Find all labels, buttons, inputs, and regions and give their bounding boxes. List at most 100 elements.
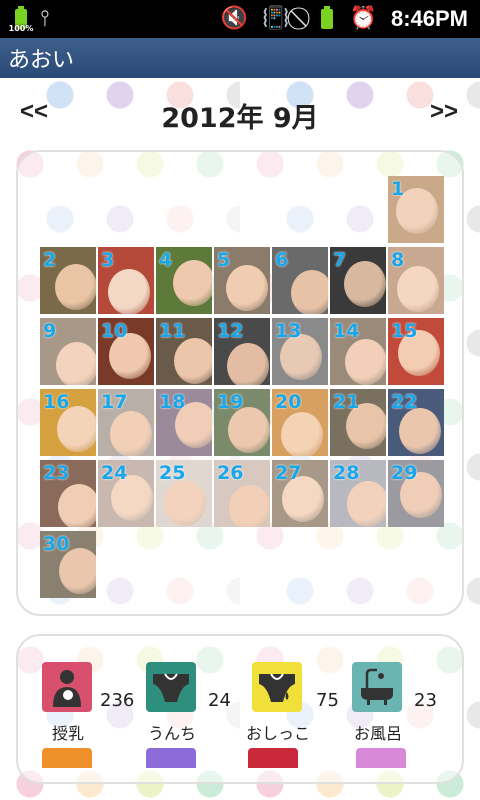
stat-icon-6[interactable] — [146, 748, 196, 768]
day-number: 2 — [43, 249, 57, 271]
stat-icon-5[interactable] — [42, 748, 92, 768]
day-number: 1 — [391, 178, 405, 200]
day-number: 11 — [159, 320, 186, 342]
baby-photo — [173, 260, 212, 306]
poop-label: うんち — [147, 724, 196, 743]
day-number: 5 — [217, 249, 231, 271]
nursing-icon[interactable] — [42, 662, 92, 712]
bath-label: お風呂 — [353, 724, 402, 743]
day-number: 10 — [101, 320, 128, 342]
calendar-day-21[interactable]: 21 — [330, 389, 386, 456]
day-number: 30 — [43, 533, 70, 555]
day-number: 24 — [101, 462, 128, 484]
calendar-day-28[interactable]: 28 — [330, 460, 386, 527]
month-navigation: << 2012年 9月 >> — [0, 92, 480, 138]
calendar-day-12[interactable]: 12 — [214, 318, 270, 385]
battery-icon: 100% — [9, 6, 33, 33]
day-number: 29 — [391, 462, 418, 484]
calendar-day-22[interactable]: 22 — [388, 389, 444, 456]
nursing-label: 授乳 — [51, 724, 84, 743]
diaper-pee-icon[interactable] — [252, 662, 302, 712]
month-title: 2012年 9月 — [161, 103, 319, 134]
poop-count: 24 — [208, 690, 231, 711]
calendar-day-11[interactable]: 11 — [156, 318, 212, 385]
baby-photo — [228, 407, 270, 453]
baby-photo — [55, 264, 96, 310]
calendar-day-5[interactable]: 5 — [214, 247, 270, 314]
baby-photo — [229, 485, 270, 527]
day-number: 4 — [159, 249, 173, 271]
baby-photo — [56, 342, 96, 385]
nursing-count: 236 — [100, 690, 135, 711]
baby-photo — [344, 261, 386, 307]
calendar-day-3[interactable]: 3 — [98, 247, 154, 314]
vibrate-icon: 📳 — [262, 6, 290, 31]
day-number: 23 — [43, 462, 70, 484]
calendar-day-16[interactable]: 16 — [40, 389, 96, 456]
baby-photo — [58, 484, 96, 527]
calendar-day-27[interactable]: 27 — [272, 460, 328, 527]
calendar-day-6[interactable]: 6 — [272, 247, 328, 314]
day-number: 13 — [275, 320, 302, 342]
baby-photo — [108, 269, 150, 314]
calendar-day-23[interactable]: 23 — [40, 460, 96, 527]
calendar-day-14[interactable]: 14 — [330, 318, 386, 385]
calendar-day-18[interactable]: 18 — [156, 389, 212, 456]
baby-photo — [397, 266, 439, 312]
calendar-day-2[interactable]: 2 — [40, 247, 96, 314]
calendar-day-29[interactable]: 29 — [388, 460, 444, 527]
mute-icon: 🔇 — [220, 6, 249, 31]
app-title-bar: あおい — [0, 38, 480, 78]
clock: 8:46PM — [390, 6, 468, 31]
calendar-day-24[interactable]: 24 — [98, 460, 154, 527]
baby-photo — [347, 481, 386, 527]
calendar-day-1[interactable]: 1 — [388, 176, 444, 243]
baby-photo — [291, 270, 328, 314]
day-number: 6 — [275, 249, 289, 271]
day-number: 20 — [275, 391, 302, 413]
stat-icon-8[interactable] — [356, 748, 406, 768]
battery-icon — [318, 6, 336, 32]
app-title: あおい — [8, 48, 75, 73]
pee-label: おしっこ — [245, 724, 310, 743]
day-number: 17 — [101, 391, 128, 413]
baby-photo — [164, 480, 206, 526]
baby-photo — [227, 343, 269, 385]
day-number: 16 — [43, 391, 70, 413]
day-number: 7 — [333, 249, 347, 271]
day-number: 9 — [43, 320, 57, 342]
day-number: 3 — [101, 249, 115, 271]
day-number: 15 — [391, 320, 418, 342]
calendar-day-30[interactable]: 30 — [40, 531, 96, 598]
stats-panel: 236 授乳 24 うんち 75 おしっこ 23 お風呂 — [16, 634, 464, 784]
day-number: 25 — [159, 462, 186, 484]
bath-icon[interactable] — [352, 662, 402, 712]
calendar-day-7[interactable]: 7 — [330, 247, 386, 314]
calendar-day-17[interactable]: 17 — [98, 389, 154, 456]
day-number: 18 — [159, 391, 186, 413]
calendar-day-10[interactable]: 10 — [98, 318, 154, 385]
calendar-day-9[interactable]: 9 — [40, 318, 96, 385]
stat-icon-7[interactable] — [248, 748, 298, 768]
bath-count: 23 — [414, 690, 437, 711]
baby-photo — [345, 339, 386, 385]
day-number: 12 — [217, 320, 244, 342]
day-number: 21 — [333, 391, 360, 413]
day-number: 14 — [333, 320, 360, 342]
alarm-icon: ⏰ — [349, 6, 377, 31]
calendar-day-15[interactable]: 15 — [388, 318, 444, 385]
calendar-day-26[interactable]: 26 — [214, 460, 270, 527]
day-number: 19 — [217, 391, 244, 413]
next-month-button[interactable]: >> — [430, 98, 458, 126]
baby-photo — [399, 408, 441, 454]
calendar-day-19[interactable]: 19 — [214, 389, 270, 456]
calendar-grid: 1 2 3 4 5 6 7 8 9 10 11 12 13 14 15 16 17 18 19 20 21 22 23 24 2… — [16, 150, 464, 616]
pee-count: 75 — [316, 690, 339, 711]
calendar-day-13[interactable]: 13 — [272, 318, 328, 385]
calendar-day-20[interactable]: 20 — [272, 389, 328, 456]
calendar-day-8[interactable]: 8 — [388, 247, 444, 314]
calendar-day-4[interactable]: 4 — [156, 247, 212, 314]
usb-icon: ⫯ — [40, 6, 50, 31]
calendar-day-25[interactable]: 25 — [156, 460, 212, 527]
diaper-poop-icon[interactable] — [146, 662, 196, 712]
